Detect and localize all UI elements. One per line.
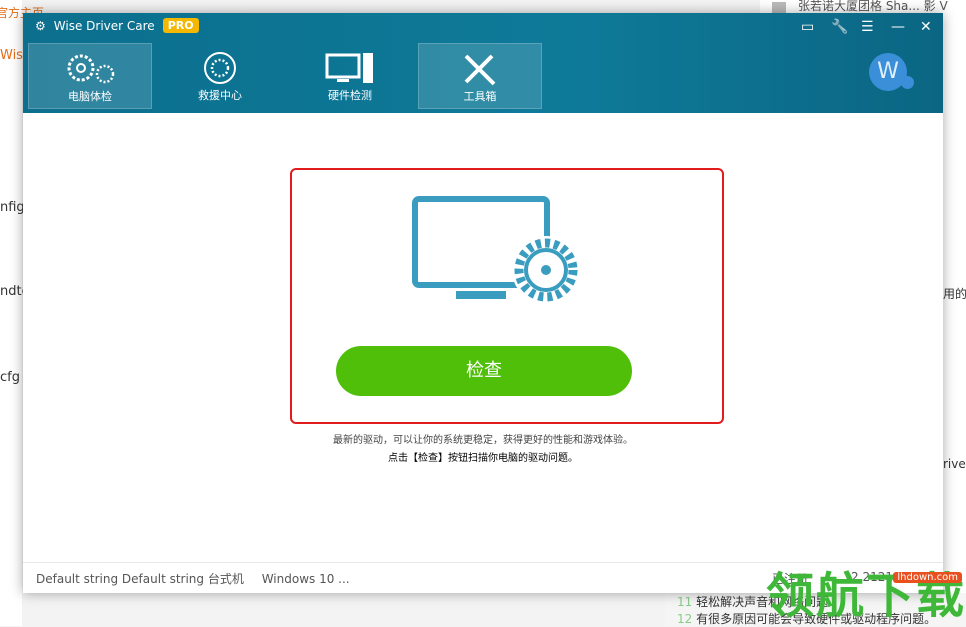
tab-label: 硬件检测 xyxy=(328,89,372,102)
scan-button[interactable]: 检查 xyxy=(336,346,632,396)
tools-icon xyxy=(464,54,496,86)
tab-toolbox[interactable]: 工具箱 xyxy=(418,43,542,109)
gears-icon xyxy=(67,54,115,84)
description: 最新的驱动，可以让你的系统更稳定，获得更好的性能和游戏体验。 xyxy=(333,435,633,446)
os-info: Windows 10 ... xyxy=(261,572,350,586)
avatar[interactable]: W xyxy=(869,53,914,91)
monitor-gear-icon xyxy=(412,196,580,304)
tab-rescue-center[interactable]: 救援中心 xyxy=(158,43,282,109)
tab-hardware-detect[interactable]: 硬件检测 xyxy=(288,43,412,109)
menu-icon[interactable]: ☰ xyxy=(861,19,874,35)
app-window: ⚙ Wise Driver Care PRO ▭ 🔧 ☰ — ✕ 电脑体检 救援… xyxy=(23,13,943,593)
rescue-icon xyxy=(204,52,236,84)
tab-label: 救援中心 xyxy=(198,89,242,102)
background-right: 用的 rive xyxy=(943,14,966,626)
background-left: 官方主页 Wise nfig. ndto cfg xyxy=(0,0,44,626)
pro-badge: PRO xyxy=(162,18,199,33)
watermark: 领航下载 xyxy=(765,568,966,624)
app-title: Wise Driver Care xyxy=(53,18,155,33)
system-info: Default string Default string 台式机 xyxy=(36,572,244,586)
tab-label: 电脑体检 xyxy=(68,90,112,103)
tab-pc-checkup[interactable]: 电脑体检 xyxy=(28,43,152,109)
app-logo-icon: ⚙ xyxy=(35,18,46,33)
bg-text: 用的 xyxy=(943,287,966,301)
background-top-right: 张若诺大厦团格 Sha... 影 V xyxy=(760,0,966,14)
watermark-site: lhdown.com xyxy=(893,572,962,583)
header: ⚙ Wise Driver Care PRO ▭ 🔧 ☰ — ✕ 电脑体检 救援… xyxy=(23,13,943,113)
title-bar: ⚙ Wise Driver Care PRO xyxy=(35,18,199,33)
bg-text: 张若诺大厦团格 Sha... 影 V xyxy=(798,0,948,13)
wrench-icon[interactable]: 🔧 xyxy=(831,19,848,35)
feedback-icon[interactable]: ▭ xyxy=(801,19,814,35)
tab-label: 工具箱 xyxy=(463,90,497,103)
bg-text: rive xyxy=(943,457,966,471)
close-icon[interactable]: ✕ xyxy=(920,19,932,35)
computer-icon xyxy=(325,53,373,83)
minimize-icon[interactable]: — xyxy=(891,19,905,35)
bg-text: cfg xyxy=(0,370,20,385)
instruction: 点击【检查】按钮扫描你电脑的驱动问题。 xyxy=(388,453,578,464)
